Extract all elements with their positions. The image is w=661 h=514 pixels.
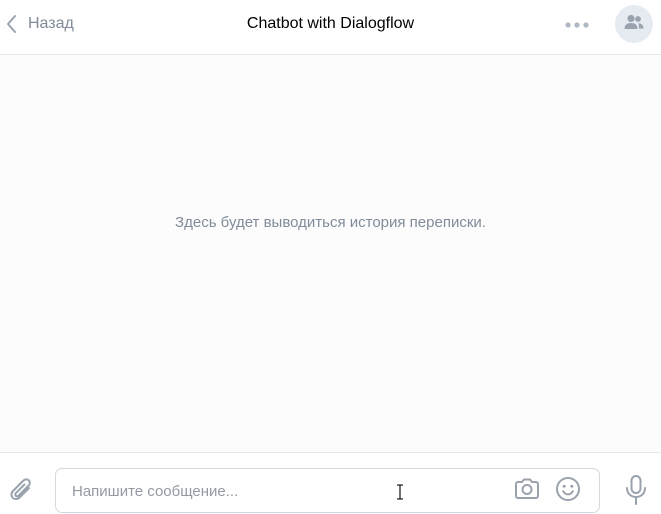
more-button[interactable] [562,14,592,36]
camera-icon [513,477,541,506]
more-horizontal-icon [564,16,590,34]
microphone-icon [623,474,649,511]
chat-window: Назад Chatbot with Dialogflow Здесь буде… [0,0,661,514]
attach-button[interactable] [6,477,38,509]
smile-icon [555,476,581,507]
empty-history-text: Здесь будет выводиться история переписки… [175,214,486,231]
camera-button[interactable] [513,478,541,504]
chevron-left-icon [4,13,18,35]
message-composer [0,452,661,514]
emoji-button[interactable] [554,476,582,507]
paperclip-icon [8,476,36,511]
chat-header: Назад Chatbot with Dialogflow [0,0,661,55]
message-input[interactable] [72,477,492,505]
users-icon [624,14,644,35]
back-label: Назад [28,15,74,32]
back-button[interactable]: Назад [0,0,74,48]
message-field [55,468,600,513]
text-cursor-icon [397,484,403,500]
chat-avatar[interactable] [615,5,653,43]
message-history: Здесь будет выводиться история переписки… [0,55,661,452]
voice-message-button[interactable] [620,474,652,511]
